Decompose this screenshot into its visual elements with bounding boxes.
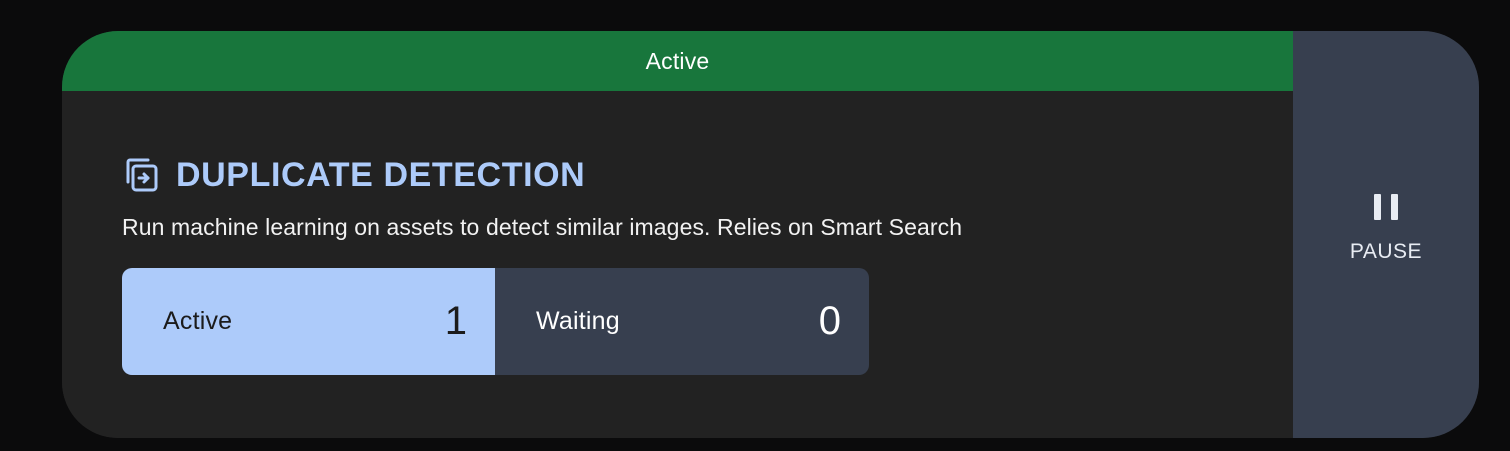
- job-title: DUPLICATE DETECTION: [176, 155, 586, 194]
- status-bar: Active: [62, 31, 1293, 91]
- job-title-row: DUPLICATE DETECTION: [122, 153, 1293, 197]
- duplicate-copy-icon: [122, 156, 160, 194]
- counter-waiting-label: Waiting: [536, 307, 620, 335]
- pause-button[interactable]: PAUSE: [1293, 31, 1479, 438]
- pause-label: PAUSE: [1349, 239, 1423, 263]
- status-label: Active: [645, 47, 710, 74]
- counter-waiting: Waiting 0: [495, 268, 869, 375]
- pause-icon: [1374, 193, 1398, 220]
- counter-waiting-value: 0: [818, 299, 841, 343]
- counter-active-label: Active: [163, 307, 233, 335]
- counter-active: Active 1: [122, 268, 495, 375]
- counter-active-value: 1: [444, 299, 467, 343]
- job-main-panel: Active DUPLICATE DETECTION Run machine l…: [62, 31, 1293, 438]
- job-description: Run machine learning on assets to detect…: [122, 214, 963, 240]
- job-counters: Active 1 Waiting 0: [122, 268, 869, 375]
- job-card: Active DUPLICATE DETECTION Run machine l…: [62, 31, 1479, 438]
- job-content: DUPLICATE DETECTION Run machine learning…: [62, 91, 1293, 375]
